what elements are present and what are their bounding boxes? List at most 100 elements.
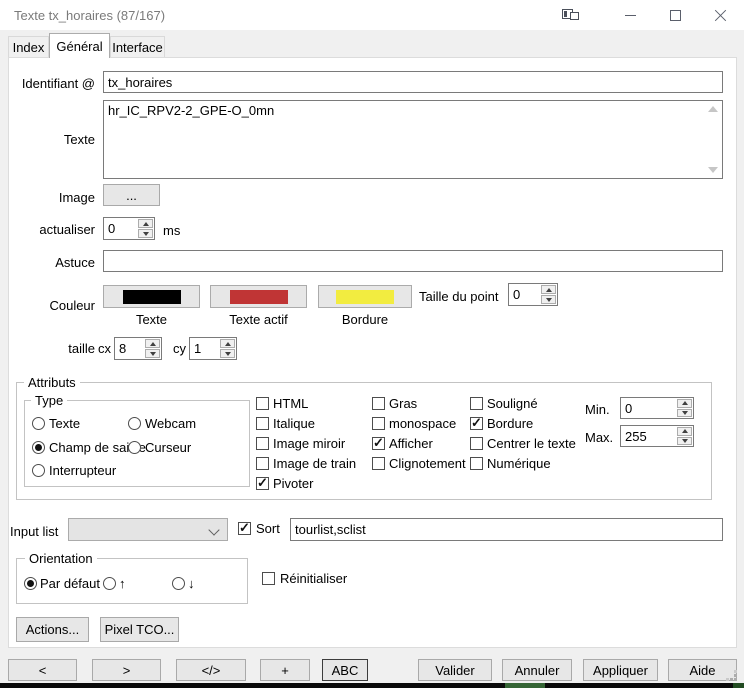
scroll-up-icon[interactable] <box>708 106 718 112</box>
actualiser-spin-up-icon[interactable] <box>138 219 153 228</box>
taille-cy-value[interactable]: 1 <box>190 338 219 359</box>
checkbox-reinitialiser-label[interactable]: Réinitialiser <box>280 571 347 586</box>
checkbox-monospace[interactable] <box>372 417 385 430</box>
code-button[interactable]: </> <box>176 659 246 681</box>
next-button[interactable]: > <box>92 659 161 681</box>
taille-cx-value[interactable]: 8 <box>115 338 144 359</box>
max-spin-down-icon[interactable] <box>677 437 692 446</box>
tab-general[interactable]: Général <box>49 33 110 58</box>
radio-par-defaut-label[interactable]: Par défaut <box>40 576 100 591</box>
taille-cy-spinner[interactable]: 1 <box>189 337 237 360</box>
checkbox-image-de-train-label[interactable]: Image de train <box>273 456 356 471</box>
checkbox-bordure-label[interactable]: Bordure <box>487 416 533 431</box>
identifiant-input[interactable]: tx_horaires <box>103 71 723 93</box>
radio-interrupteur-label[interactable]: Interrupteur <box>49 463 116 478</box>
actualiser-value[interactable]: 0 <box>104 218 137 239</box>
tab-index[interactable]: Index <box>8 36 49 58</box>
maximize-button[interactable] <box>653 0 698 30</box>
checkbox-numerique[interactable] <box>470 457 483 470</box>
taille-cx-spinner[interactable]: 8 <box>114 337 162 360</box>
radio-curseur-label[interactable]: Curseur <box>145 440 191 455</box>
min-spinner[interactable]: 0 <box>620 397 694 419</box>
actualiser-spinner[interactable]: 0 <box>103 217 155 240</box>
radio-orientation-down-label[interactable]: ↓ <box>188 576 195 591</box>
taille-cy-spin-down-icon[interactable] <box>220 349 235 358</box>
min-value[interactable]: 0 <box>621 398 676 418</box>
checkbox-afficher-label[interactable]: Afficher <box>389 436 433 451</box>
checkbox-sort[interactable] <box>238 522 251 535</box>
radio-webcam[interactable] <box>128 417 141 430</box>
checkbox-sort-label[interactable]: Sort <box>256 521 280 536</box>
checkbox-centrer-le-texte[interactable] <box>470 437 483 450</box>
scroll-down-icon[interactable] <box>708 167 718 173</box>
radio-par-defaut[interactable] <box>24 577 37 590</box>
actions-button[interactable]: Actions... <box>16 617 89 642</box>
taille-du-point-value[interactable]: 0 <box>509 284 540 305</box>
checkbox-monospace-label[interactable]: monospace <box>389 416 456 431</box>
min-spin-down-icon[interactable] <box>677 409 692 418</box>
taille-du-point-spin-down-icon[interactable] <box>541 295 556 304</box>
tab-interface[interactable]: Interface <box>110 36 165 58</box>
taille-cx-spin-down-icon[interactable] <box>145 349 160 358</box>
appliquer-button[interactable]: Appliquer <box>583 659 658 681</box>
abc-button[interactable]: ABC <box>322 659 368 681</box>
checkbox-html[interactable] <box>256 397 269 410</box>
checkbox-pivoter[interactable] <box>256 477 269 490</box>
radio-texte[interactable] <box>32 417 45 430</box>
astuce-input[interactable] <box>103 250 723 272</box>
resize-grip[interactable] <box>725 669 728 672</box>
taille-du-point-spinner[interactable]: 0 <box>508 283 558 306</box>
taille-du-point-spin-up-icon[interactable] <box>541 285 556 294</box>
close-button[interactable] <box>698 0 743 30</box>
couleur-bordure-button[interactable] <box>318 285 412 308</box>
cascade-windows-button[interactable] <box>548 0 593 30</box>
checkbox-reinitialiser[interactable] <box>262 572 275 585</box>
couleur-bordure-caption: Bordure <box>318 312 412 327</box>
couleur-texte-button[interactable] <box>103 285 200 308</box>
annuler-button[interactable]: Annuler <box>502 659 572 681</box>
min-spin-up-icon[interactable] <box>677 399 692 408</box>
radio-orientation-down[interactable] <box>172 577 185 590</box>
minimize-button[interactable] <box>608 0 653 30</box>
add-button[interactable]: + <box>260 659 310 681</box>
actualiser-label: actualiser <box>7 222 95 237</box>
checkbox-image-miroir-label[interactable]: Image miroir <box>273 436 345 451</box>
checkbox-gras[interactable] <box>372 397 385 410</box>
checkbox-italique[interactable] <box>256 417 269 430</box>
prev-button[interactable]: < <box>8 659 77 681</box>
checkbox-bordure[interactable] <box>470 417 483 430</box>
checkbox-afficher[interactable] <box>372 437 385 450</box>
checkbox-italique-label[interactable]: Italique <box>273 416 315 431</box>
checkbox-clignotement[interactable] <box>372 457 385 470</box>
checkbox-gras-label[interactable]: Gras <box>389 396 417 411</box>
checkbox-pivoter-label[interactable]: Pivoter <box>273 476 313 491</box>
texte-textarea[interactable]: hr_IC_RPV2-2_GPE-O_0mn <box>103 100 723 179</box>
checkbox-centrer-le-texte-label[interactable]: Centrer le texte <box>487 436 576 451</box>
checkbox-clignotement-label[interactable]: Clignotement <box>389 456 466 471</box>
radio-interrupteur[interactable] <box>32 464 45 477</box>
checkbox-souligne-label[interactable]: Souligné <box>487 396 538 411</box>
pixel-tco-button[interactable]: Pixel TCO... <box>100 617 179 642</box>
max-spin-up-icon[interactable] <box>677 427 692 436</box>
radio-webcam-label[interactable]: Webcam <box>145 416 196 431</box>
valider-button[interactable]: Valider <box>418 659 492 681</box>
checkbox-image-de-train[interactable] <box>256 457 269 470</box>
taille-cx-spin-up-icon[interactable] <box>145 339 160 348</box>
input-list-dropdown[interactable] <box>68 518 228 541</box>
checkbox-html-label[interactable]: HTML <box>273 396 308 411</box>
taille-cy-spin-up-icon[interactable] <box>220 339 235 348</box>
image-browse-button[interactable]: ... <box>103 184 160 206</box>
radio-orientation-up-label[interactable]: ↑ <box>119 576 126 591</box>
max-spinner[interactable]: 255 <box>620 425 694 447</box>
checkbox-image-miroir[interactable] <box>256 437 269 450</box>
checkbox-souligne[interactable] <box>470 397 483 410</box>
checkbox-numerique-label[interactable]: Numérique <box>487 456 551 471</box>
radio-orientation-up[interactable] <box>103 577 116 590</box>
couleur-texte-actif-button[interactable] <box>210 285 307 308</box>
actualiser-spin-down-icon[interactable] <box>138 229 153 238</box>
radio-champ-de-saisie[interactable] <box>32 441 45 454</box>
input-list-input[interactable]: tourlist,sclist <box>290 518 723 541</box>
max-value[interactable]: 255 <box>621 426 676 446</box>
radio-texte-label[interactable]: Texte <box>49 416 80 431</box>
radio-curseur[interactable] <box>128 441 141 454</box>
